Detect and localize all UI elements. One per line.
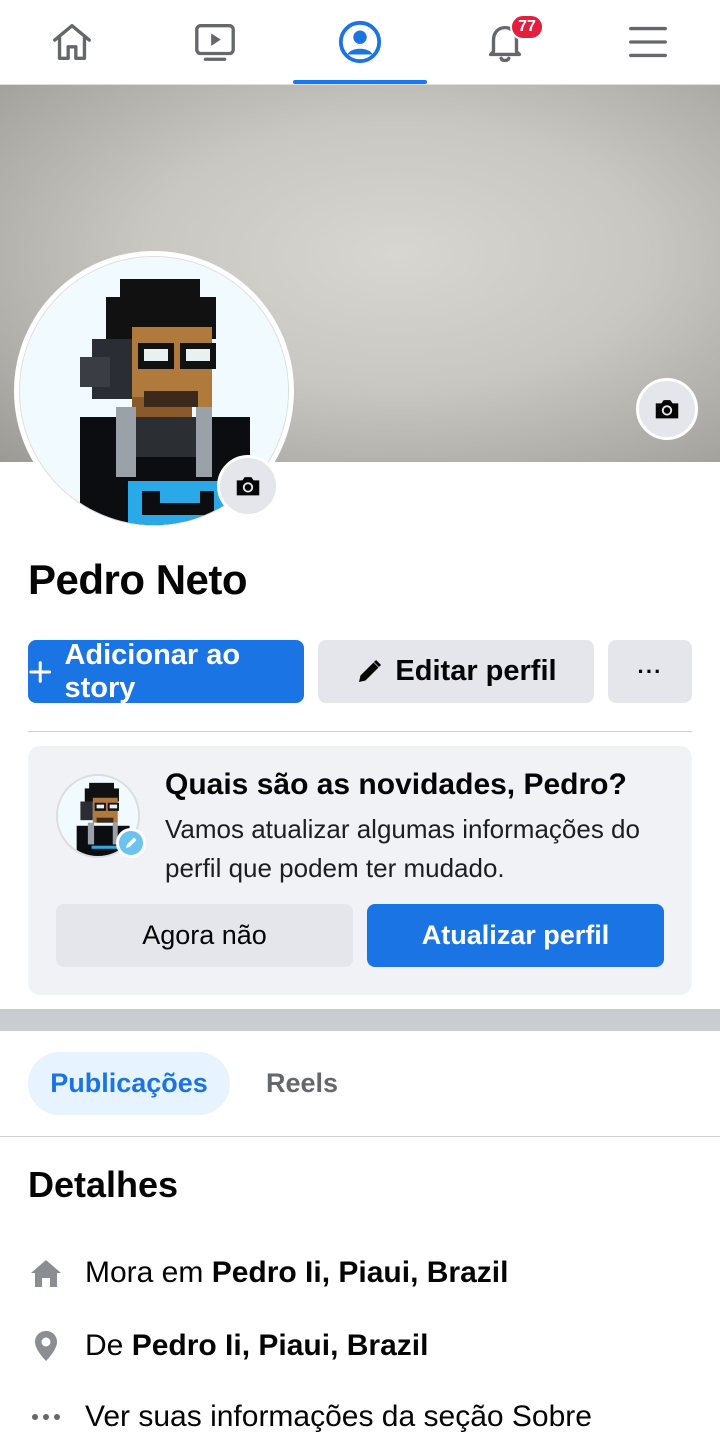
nav-watch[interactable] <box>148 0 282 84</box>
tab-reels[interactable]: Reels <box>240 1052 364 1115</box>
lives-prefix: Mora em <box>85 1256 212 1289</box>
more-options-button[interactable]: ··· <box>608 640 692 703</box>
lives-value: Pedro Ii, Piaui, Brazil <box>211 1256 509 1289</box>
edit-profile-label: Editar perfil <box>395 655 557 687</box>
top-navigation: 77 <box>0 0 720 85</box>
update-profile-card: Quais são as novidades, Pedro? Vamos atu… <box>28 746 692 995</box>
profile-name: Pedro Neto <box>28 556 248 603</box>
card-text: Vamos atualizar algumas informações do p… <box>165 814 640 883</box>
update-profile-label: Atualizar perfil <box>421 920 610 950</box>
more-icon: ··· <box>637 658 663 684</box>
card-title: Quais são as novidades, Pedro? <box>165 768 627 801</box>
location-pin-icon <box>28 1328 64 1364</box>
camera-icon <box>655 400 679 419</box>
tab-label: Reels <box>265 1068 339 1098</box>
not-now-label: Agora não <box>142 920 267 950</box>
edit-avatar-button[interactable] <box>217 455 279 517</box>
detail-about-link[interactable]: Ver suas informações da seção Sobre <box>28 1392 592 1442</box>
tab-label: Publicações <box>50 1068 208 1098</box>
nav-menu[interactable] <box>581 0 715 84</box>
divider <box>28 731 692 732</box>
menu-icon <box>629 26 667 58</box>
details-title: Detalhes <box>28 1164 179 1205</box>
camera-icon <box>236 477 260 496</box>
from-prefix: De <box>85 1329 132 1362</box>
nav-home[interactable] <box>5 0 139 84</box>
detail-from: De Pedro Ii, Piaui, Brazil <box>28 1321 428 1371</box>
add-story-label: Adicionar ao story <box>64 638 241 704</box>
nav-notifications[interactable]: 77 <box>438 0 572 84</box>
tab-publicacoes[interactable]: Publicações <box>28 1052 230 1115</box>
update-profile-button[interactable]: Atualizar perfil <box>367 904 664 967</box>
about-link-label[interactable]: Ver suas informações da seção Sobre <box>85 1400 592 1434</box>
add-story-button[interactable]: Adicionar ao story <box>28 638 304 704</box>
nav-profile[interactable] <box>293 0 427 84</box>
more-dots-icon <box>28 1399 64 1435</box>
edit-cover-button[interactable] <box>636 378 698 440</box>
edit-profile-button[interactable]: Editar perfil <box>318 640 594 703</box>
home-icon <box>28 1255 64 1291</box>
not-now-button[interactable]: Agora não <box>56 904 353 967</box>
pencil-icon <box>359 659 382 682</box>
from-value: Pedro Ii, Piaui, Brazil <box>131 1329 429 1362</box>
edit-badge-icon <box>116 828 146 858</box>
plus-icon <box>29 660 52 683</box>
divider <box>0 1136 720 1137</box>
notification-badge: 77 <box>510 14 544 40</box>
video-icon <box>195 24 235 61</box>
section-separator <box>0 1009 720 1031</box>
detail-lives-in: Mora em Pedro Ii, Piaui, Brazil <box>28 1248 508 1298</box>
home-icon <box>53 24 91 60</box>
profile-icon <box>338 20 382 64</box>
